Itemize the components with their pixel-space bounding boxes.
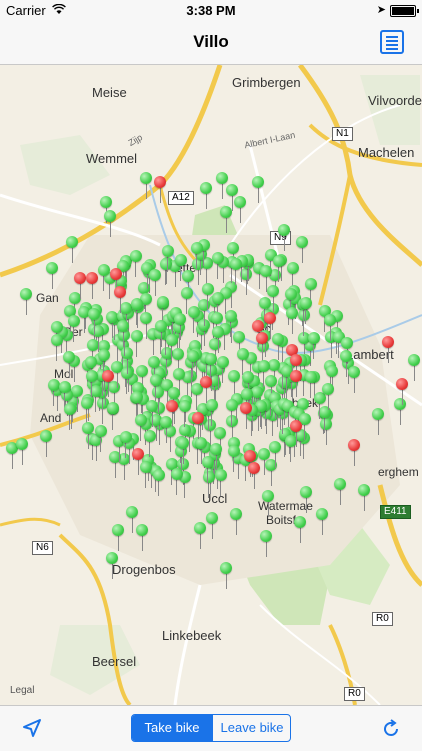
place-label-vilvoorde: Vilvoorde [368, 93, 422, 108]
place-label-and: And [40, 411, 62, 425]
place-label-drogenbos: Drogenbos [112, 562, 176, 577]
place-label-linkebeek: Linkebeek [162, 628, 222, 643]
road-shield-r0-a: R0 [372, 612, 393, 626]
place-label-beersel: Beersel [92, 654, 137, 669]
road-shield-n6: N6 [32, 541, 53, 555]
location-arrow-icon [23, 719, 41, 737]
battery-icon [390, 5, 419, 17]
bottom-toolbar: Take bike Leave bike [0, 705, 422, 751]
place-label-erghem: erghem [378, 465, 419, 479]
status-time: 3:38 PM [186, 3, 236, 18]
road-shield-r0-b: R0 [344, 687, 365, 701]
place-label-grimbergen: Grimbergen [232, 75, 301, 90]
place-label-gan: Gan [36, 291, 59, 305]
road-shield-n1: N1 [332, 127, 353, 141]
refresh-icon [384, 719, 398, 736]
map-view[interactable]: Grimbergen Meise Vilvoorde Machelen Wemm… [0, 65, 422, 705]
place-label-meise: Meise [92, 85, 127, 100]
status-bar: Carrier 3:38 PM ➤ [0, 0, 422, 20]
list-menu-button[interactable] [380, 30, 404, 54]
legal-link[interactable]: Legal [10, 685, 34, 696]
locate-me-button[interactable] [22, 718, 42, 738]
place-label-machelen: Machelen [358, 145, 415, 160]
refresh-button[interactable] [380, 718, 402, 740]
leave-bike-segment[interactable]: Leave bike [212, 715, 290, 741]
nav-bar: Villo [0, 20, 422, 65]
take-bike-segment[interactable]: Take bike [132, 715, 212, 741]
mode-segmented-control[interactable]: Take bike Leave bike [131, 714, 291, 742]
page-title: Villo [193, 32, 229, 51]
place-label-uccle: Uccl [202, 491, 228, 506]
place-label-wemmel: Wemmel [86, 151, 138, 166]
location-arrow-icon: ➤ [376, 4, 386, 16]
road-shield-a12: A12 [168, 191, 194, 205]
place-label-boitsfort: Boitsf [266, 513, 297, 527]
road-shield-e411: E411 [380, 505, 411, 519]
